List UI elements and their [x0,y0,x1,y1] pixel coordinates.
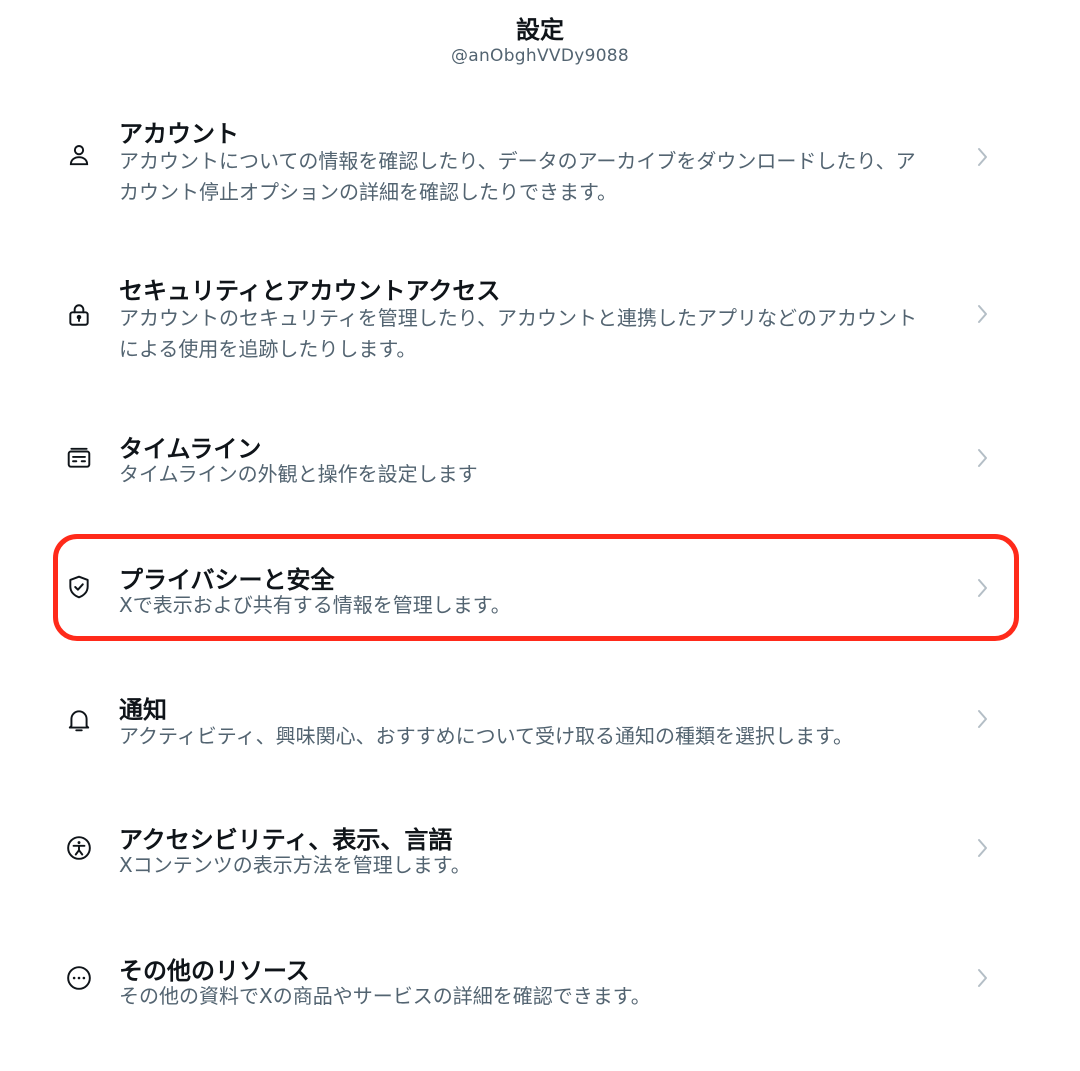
settings-item-description: アカウントについての情報を確認したり、データのアーカイブをダウンロードしたり、ア… [119,149,916,204]
settings-item-timeline[interactable]: タイムライン タイムラインの外観と操作を設定します [60,429,1020,549]
chevron-right-icon [972,144,992,170]
settings-item-label: 通知 [119,696,167,724]
settings-item-accessibility[interactable]: アクセシビリティ、表示、言語 Xコンテンツの表示方法を管理します。 [60,820,1020,940]
user-handle: @anObghVVDy9088 [450,46,630,66]
chevron-right-icon [972,835,992,861]
settings-item-description: アクティビティ、興味関心、おすすめについて受け取る通知の種類を選択します。 [119,724,853,748]
bell-icon [66,707,92,733]
highlight-outline [53,534,1019,641]
chevron-right-icon [972,706,992,732]
lock-icon [66,302,92,328]
more-icon [66,965,92,991]
settings-item-additional-resources[interactable]: その他のリソース その他の資料でXの商品やサービスの詳細を確認できます。 [60,951,1020,1071]
page-header: 設定 @anObghVVDy9088 [0,0,1080,90]
page-title: 設定 [516,16,564,44]
chevron-right-icon [972,445,992,471]
settings-item-notifications[interactable]: 通知 アクティビティ、興味関心、おすすめについて受け取る通知の種類を選択します。 [60,690,1020,810]
settings-item-description: Xコンテンツの表示方法を管理します。 [119,853,471,877]
settings-item-security[interactable]: セキュリティとアカウントアクセス アカウントのセキュリティを管理したり、アカウン… [60,271,1020,391]
user-icon [66,142,92,168]
settings-item-label: セキュリティとアカウントアクセス [119,277,501,305]
accessibility-icon [66,835,92,861]
settings-item-description: その他の資料でXの商品やサービスの詳細を確認できます。 [119,984,651,1008]
settings-item-account[interactable]: アカウント アカウントについての情報を確認したり、データのアーカイブをダウンロー… [60,114,1020,234]
timeline-icon [66,445,92,471]
chevron-right-icon [972,965,992,991]
chevron-right-icon [972,301,992,327]
settings-item-label: アカウント [119,120,239,148]
settings-item-description: タイムラインの外観と操作を設定します [119,462,478,486]
settings-item-description: アカウントのセキュリティを管理したり、アカウントと連携したアプリなどのアカウント… [119,306,917,361]
